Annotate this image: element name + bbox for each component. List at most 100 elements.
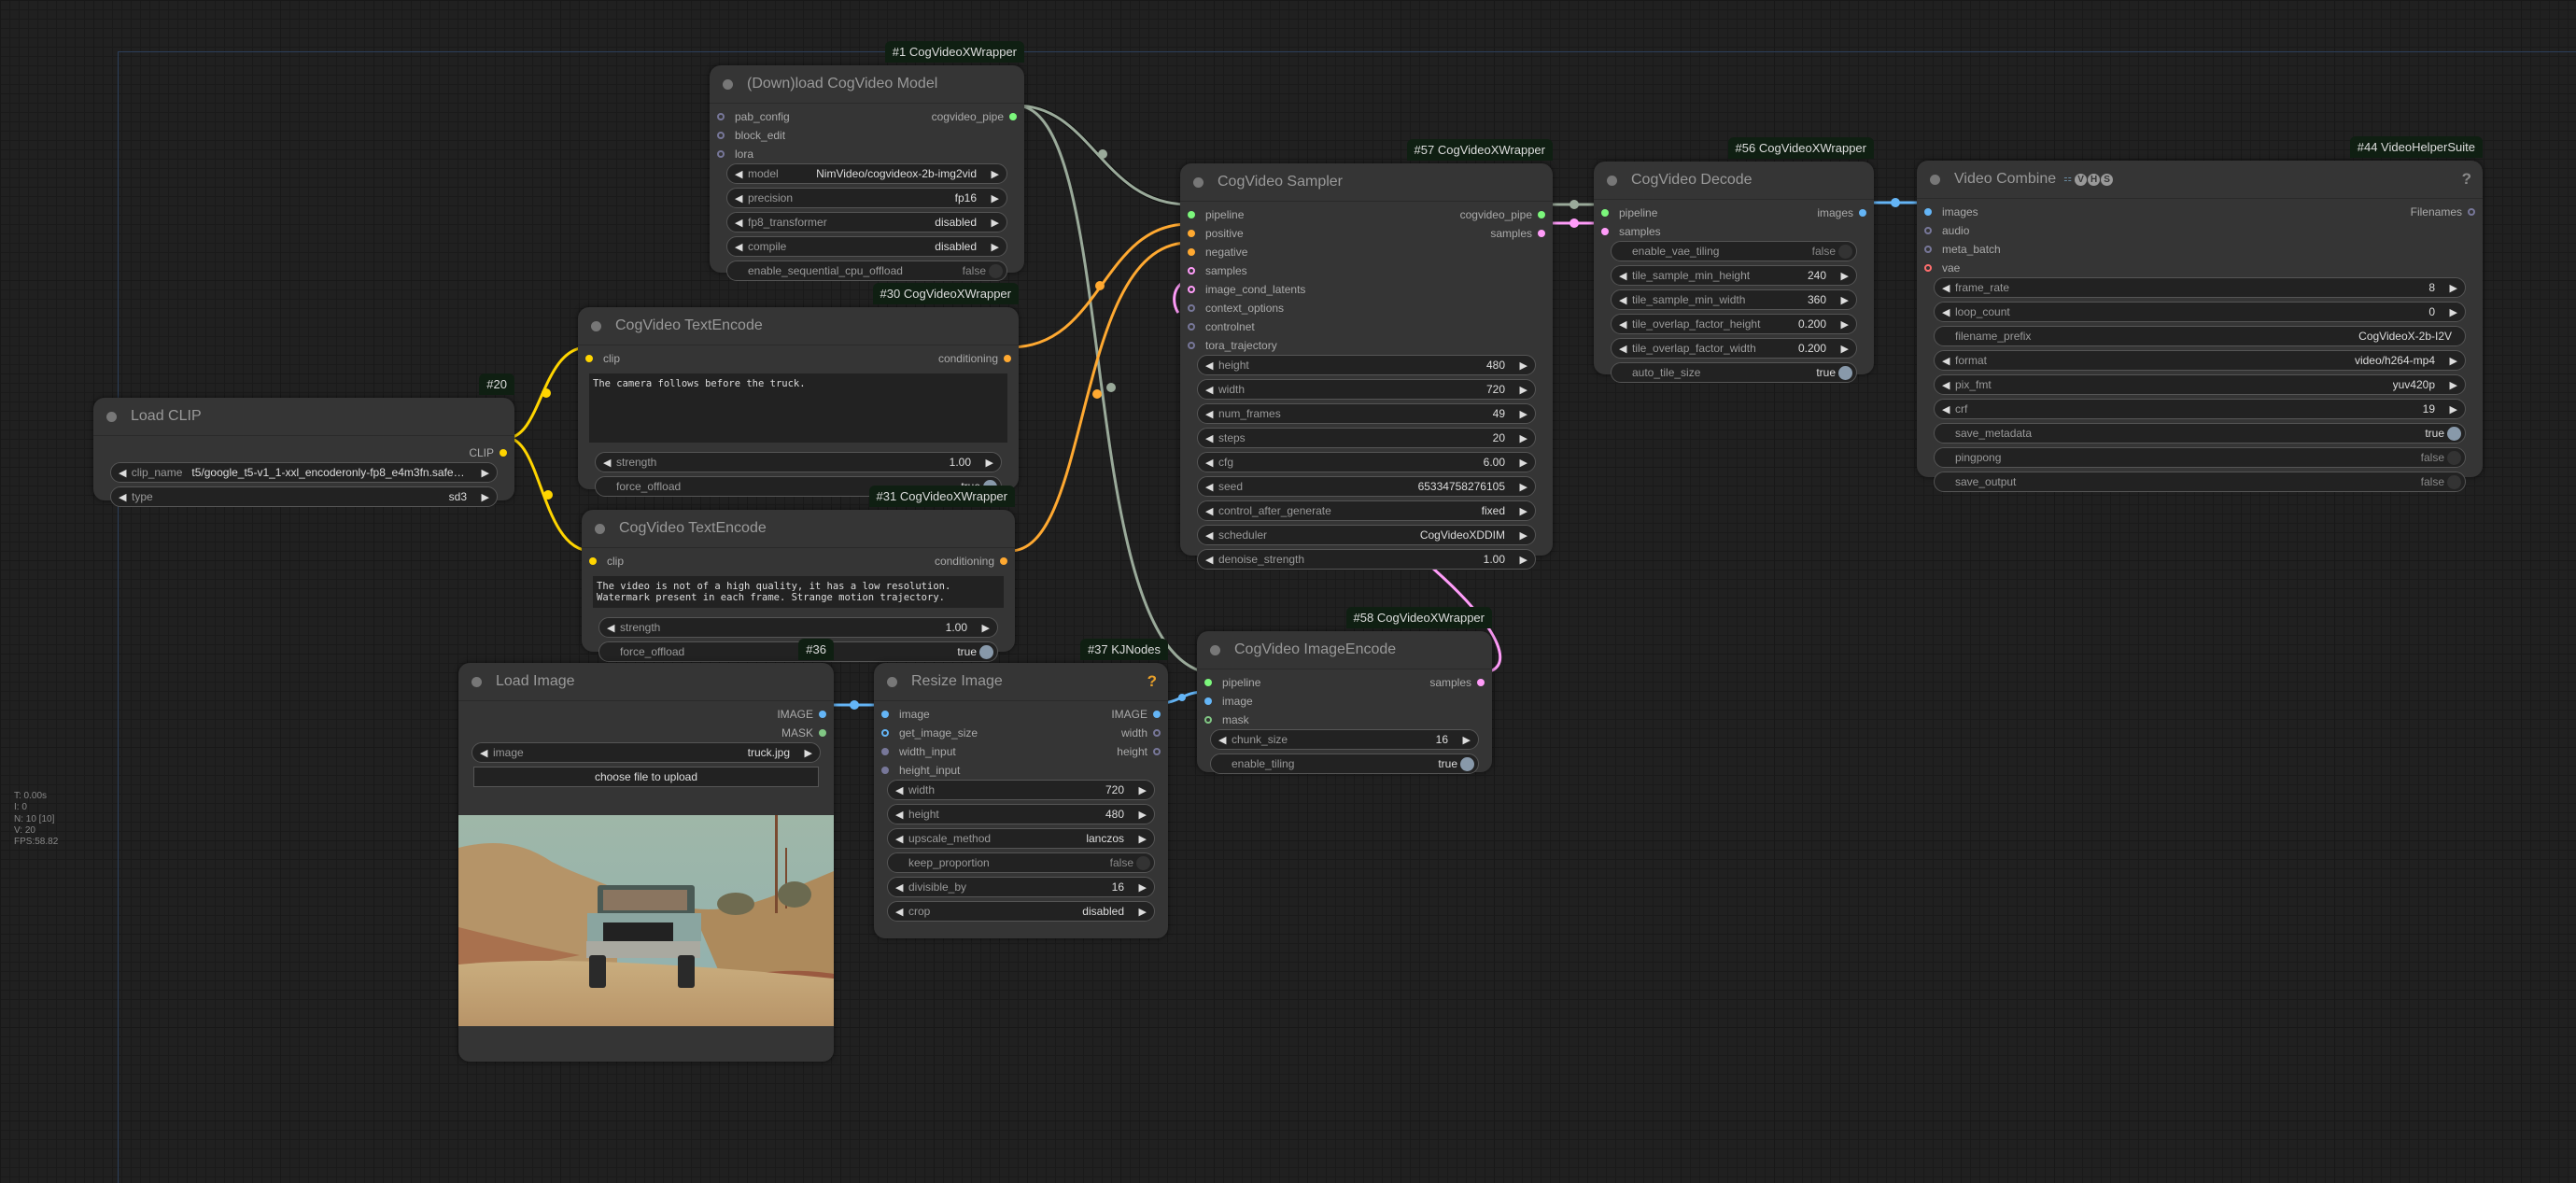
input-slot-meta-batch[interactable]: meta_batch: [1924, 243, 2001, 256]
input-slot-width-input[interactable]: width_input: [881, 745, 956, 758]
node-cogvideo-image-encode[interactable]: #58 CogVideoXWrapper CogVideo ImageEncod…: [1197, 607, 1492, 774]
input-slot-samples[interactable]: samples: [1188, 264, 1247, 277]
decrement-arrow[interactable]: ◀: [735, 168, 746, 180]
widget-image[interactable]: ◀ image truck.jpg ▶: [472, 742, 821, 763]
node-cogvideo-decode[interactable]: #56 CogVideoXWrapper CogVideo Decode pip…: [1594, 137, 1874, 383]
widget-chunk-size[interactable]: ◀ chunk_size 16 ▶: [1210, 729, 1479, 750]
widget-crf[interactable]: ◀ crf 19 ▶: [1934, 399, 2466, 419]
collapse-dot[interactable]: [591, 320, 601, 331]
toggle-pingpong[interactable]: pingpong false: [1934, 447, 2466, 468]
input-slot-context-options[interactable]: context_options: [1188, 302, 1284, 315]
output-slot-images[interactable]: images: [1817, 206, 1866, 219]
collapse-dot[interactable]: [887, 676, 897, 687]
toggle-save-output[interactable]: save_output false: [1934, 472, 2466, 492]
widget-filename-prefix[interactable]: filename_prefix CogVideoX-2b-I2V: [1934, 326, 2466, 346]
widget-tile-sample-min-width[interactable]: ◀ tile_sample_min_width 360 ▶: [1611, 289, 1857, 310]
collapse-dot[interactable]: [472, 676, 482, 687]
node-load-clip[interactable]: #20 Load CLIP CLIP ◀ clip_name t5/google_t…: [93, 373, 514, 507]
widget-tile-sample-min-height[interactable]: ◀ tile_sample_min_height 240 ▶: [1611, 265, 1857, 286]
input-slot-image[interactable]: image: [1204, 695, 1253, 708]
widget-upscale-method[interactable]: ◀ upscale_method lanczos ▶: [887, 828, 1155, 849]
output-slot-conditioning[interactable]: conditioning: [938, 352, 1011, 365]
node-cogvideo-sampler[interactable]: #57 CogVideoXWrapper CogVideo Sampler pi…: [1180, 139, 1553, 570]
widget-strength[interactable]: ◀ strength 1.00 ▶: [595, 452, 1002, 472]
output-slot-samples[interactable]: samples: [1490, 227, 1545, 240]
widget-model[interactable]: ◀ model NimVideo/cogvideox-2b-img2vid ▶: [726, 163, 1007, 184]
input-slot-images[interactable]: images: [1924, 205, 1978, 218]
output-slot-cogvideo-pipe[interactable]: cogvideo_pipe: [932, 110, 1017, 123]
collapse-dot[interactable]: [1193, 176, 1204, 188]
node-load-image[interactable]: #36 Load Image IMAGE MASK ◀ image truck.jp…: [458, 639, 834, 1062]
input-slot-image[interactable]: image: [881, 708, 930, 721]
toggle-knob[interactable]: [2447, 474, 2461, 489]
widget-divisible-by[interactable]: ◀ divisible_by 16 ▶: [887, 877, 1155, 897]
output-slot-width[interactable]: width: [1121, 726, 1161, 739]
input-slot-clip[interactable]: clip: [585, 352, 620, 365]
node-download-cogvideo-model[interactable]: #1 CogVideoXWrapper (Down)load CogVideo …: [710, 41, 1024, 281]
toggle-enable-tiling[interactable]: enable_tiling true: [1210, 753, 1479, 774]
input-slot-lora[interactable]: lora: [717, 148, 753, 161]
prompt-textarea[interactable]: The video is not of a high quality, it h…: [593, 576, 1004, 608]
widget-type[interactable]: ◀ type sd3 ▶: [110, 486, 498, 507]
widget-frame-rate[interactable]: ◀ frame_rate 8 ▶: [1934, 277, 2466, 298]
input-slot-mask[interactable]: mask: [1204, 713, 1249, 726]
widget-scheduler[interactable]: ◀ scheduler CogVideoXDDIM ▶: [1197, 525, 1536, 545]
output-slot-clip[interactable]: CLIP: [469, 446, 507, 459]
widget-cfg[interactable]: ◀ cfg 6.00 ▶: [1197, 452, 1536, 472]
input-slot-height-input[interactable]: height_input: [881, 764, 960, 777]
toggle-knob[interactable]: [989, 263, 1003, 278]
input-slot-pipeline[interactable]: pipeline: [1188, 208, 1244, 221]
input-slot-vae[interactable]: vae: [1924, 261, 1960, 275]
widget-denoise-strength[interactable]: ◀ denoise_strength 1.00 ▶: [1197, 549, 1536, 570]
widget-compile[interactable]: ◀ compile disabled ▶: [726, 236, 1007, 257]
output-slot-image[interactable]: IMAGE: [777, 708, 826, 721]
collapse-dot[interactable]: [1930, 174, 1940, 185]
output-slot-height[interactable]: height: [1117, 745, 1161, 758]
toggle-knob[interactable]: [2447, 426, 2461, 441]
node-text-encode-positive[interactable]: #30 CogVideoXWrapper CogVideo TextEncode…: [578, 283, 1019, 497]
collapse-dot[interactable]: [595, 523, 605, 534]
widget-pix-fmt[interactable]: ◀ pix_fmt yuv420p ▶: [1934, 374, 2466, 395]
widget-control-after-generate[interactable]: ◀ control_after_generate fixed ▶: [1197, 500, 1536, 521]
input-slot-tora-trajectory[interactable]: tora_trajectory: [1188, 339, 1277, 352]
input-slot-clip[interactable]: clip: [589, 555, 624, 568]
input-slot-pab-config[interactable]: pab_config: [717, 110, 790, 123]
help-icon[interactable]: ?: [2462, 170, 2471, 189]
output-slot-filenames[interactable]: Filenames: [2411, 205, 2475, 218]
input-slot-audio[interactable]: audio: [1924, 224, 1969, 237]
collapse-dot[interactable]: [106, 411, 117, 422]
widget-num-frames[interactable]: ◀ num_frames 49 ▶: [1197, 403, 1536, 424]
widget-height[interactable]: ◀ height 480 ▶: [1197, 355, 1536, 375]
input-slot-samples[interactable]: samples: [1601, 225, 1661, 238]
toggle-enable-sequential-cpu-offload[interactable]: enable_sequential_cpu_offload false: [726, 261, 1007, 281]
toggle-knob[interactable]: [2447, 450, 2461, 465]
widget-format[interactable]: ◀ format video/h264-mp4 ▶: [1934, 350, 2466, 371]
help-icon[interactable]: ?: [1147, 672, 1157, 691]
widget-tile-overlap-factor-width[interactable]: ◀ tile_overlap_factor_width 0.200 ▶: [1611, 338, 1857, 359]
widget-tile-overlap-factor-height[interactable]: ◀ tile_overlap_factor_height 0.200 ▶: [1611, 314, 1857, 334]
node-resize-image[interactable]: #37 KJNodes Resize Image ? image IMAGE g…: [874, 639, 1168, 938]
output-slot-cogvideo-pipe[interactable]: cogvideo_pipe: [1460, 208, 1545, 221]
toggle-knob[interactable]: [1136, 855, 1150, 870]
widget-clip-name[interactable]: ◀ clip_name t5/google_t5-v1_1-xxl_encodero…: [110, 462, 498, 483]
node-text-encode-negative[interactable]: #31 CogVideoXWrapper CogVideo TextEncode…: [582, 486, 1015, 662]
widget-height[interactable]: ◀ height 480 ▶: [887, 804, 1155, 824]
collapse-dot[interactable]: [1210, 644, 1220, 655]
input-slot-negative[interactable]: negative: [1188, 246, 1247, 259]
output-slot-mask[interactable]: MASK: [781, 726, 826, 739]
toggle-save-metadata[interactable]: save_metadata true: [1934, 423, 2466, 444]
widget-width[interactable]: ◀ width 720 ▶: [1197, 379, 1536, 400]
output-slot-conditioning[interactable]: conditioning: [935, 555, 1007, 568]
input-slot-get-image-size[interactable]: get_image_size: [881, 726, 978, 739]
input-slot-positive[interactable]: positive: [1188, 227, 1244, 240]
widget-loop-count[interactable]: ◀ loop_count 0 ▶: [1934, 302, 2466, 322]
widget-seed[interactable]: ◀ seed 65334758276105 ▶: [1197, 476, 1536, 497]
collapse-dot[interactable]: [723, 78, 733, 90]
choose-file-button[interactable]: choose file to upload: [473, 767, 819, 787]
input-slot-controlnet[interactable]: controlnet: [1188, 320, 1255, 333]
output-slot-samples[interactable]: samples: [1429, 676, 1485, 689]
output-slot-image[interactable]: IMAGE: [1111, 708, 1161, 721]
widget-fp8-transformer[interactable]: ◀ fp8_transformer disabled ▶: [726, 212, 1007, 232]
widget-steps[interactable]: ◀ steps 20 ▶: [1197, 428, 1536, 448]
node-video-combine[interactable]: #44 VideoHelperSuite Video Combine ⚏ V H…: [1917, 136, 2483, 492]
